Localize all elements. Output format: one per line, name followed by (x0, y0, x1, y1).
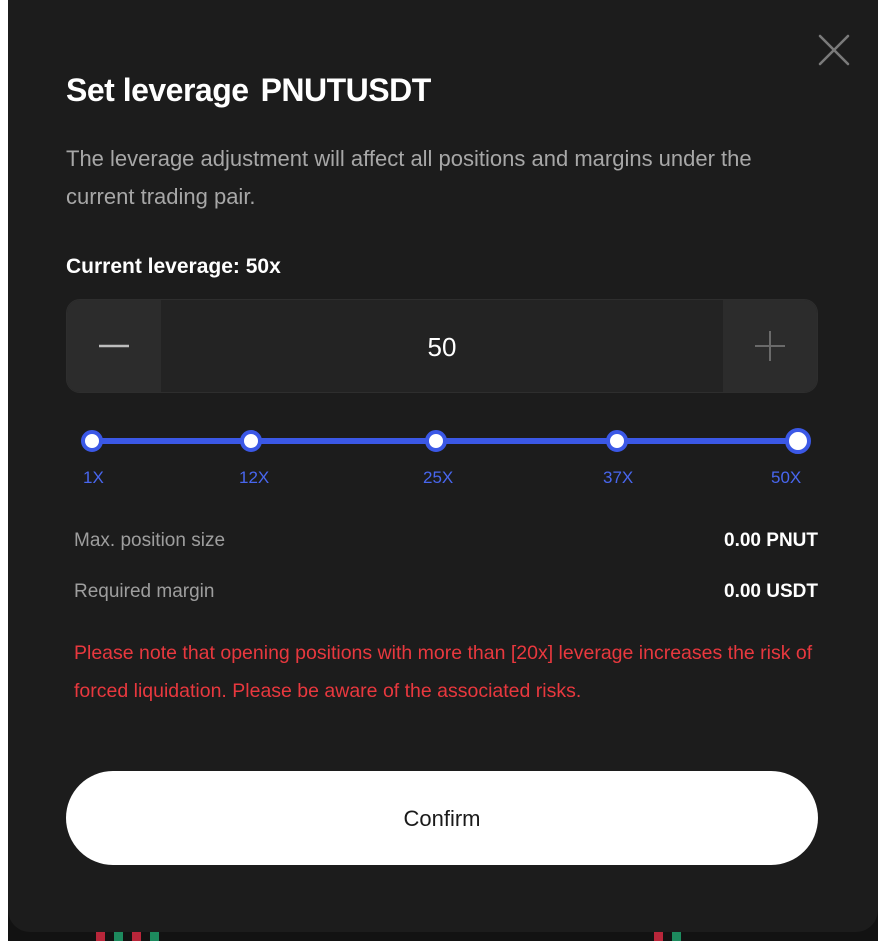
plus-icon (755, 331, 785, 361)
slider-tick-label[interactable]: 50X (771, 468, 801, 488)
max-position-row: Max. position size 0.00 PNUT (74, 530, 818, 558)
decrease-button[interactable] (67, 300, 161, 392)
slider-tick-label[interactable]: 12X (239, 468, 269, 488)
slider-tick-label[interactable]: 1X (83, 468, 104, 488)
slider-stop-1x[interactable] (81, 430, 103, 452)
required-margin-row: Required margin 0.00 USDT (74, 581, 818, 609)
dialog-description: The leverage adjustment will affect all … (66, 146, 752, 209)
risk-warning: Please note that opening positions with … (74, 642, 813, 702)
background-candle (654, 931, 663, 941)
leverage-stepper (66, 299, 818, 394)
slider-thumb[interactable] (785, 428, 811, 454)
max-position-value: 0.00 PNUT (724, 530, 818, 551)
max-position-label: Max. position size (74, 530, 226, 551)
dialog-title: Set leverage PNUTUSDT (66, 72, 431, 109)
leverage-dialog: Set leverage PNUTUSDT The leverage adjust… (8, 0, 878, 932)
leverage-input[interactable] (161, 300, 723, 394)
background-candle (150, 931, 159, 941)
background-candle (96, 931, 105, 941)
increase-button[interactable] (723, 300, 817, 392)
close-button[interactable] (814, 30, 854, 70)
slider-tick-label[interactable]: 25X (423, 468, 453, 488)
background-candle (132, 931, 141, 941)
minus-icon (99, 344, 129, 348)
close-icon (818, 34, 850, 66)
required-margin-label: Required margin (74, 581, 215, 602)
leverage-slider[interactable]: 1X 12X 25X 37X 50X (66, 420, 818, 500)
slider-tick-label[interactable]: 37X (603, 468, 633, 488)
dialog-title-text: Set leverage (66, 72, 249, 108)
background-candle (672, 931, 681, 941)
slider-stop-37x[interactable] (606, 430, 628, 452)
current-leverage-label: Current leverage: 50x (66, 255, 281, 278)
trading-pair: PNUTUSDT (260, 72, 432, 108)
required-margin-value: 0.00 USDT (724, 581, 818, 602)
background-candle (114, 931, 123, 941)
slider-stop-25x[interactable] (425, 430, 447, 452)
slider-stop-12x[interactable] (240, 430, 262, 452)
slider-track[interactable] (90, 438, 804, 444)
confirm-button[interactable]: Confirm (66, 771, 818, 865)
